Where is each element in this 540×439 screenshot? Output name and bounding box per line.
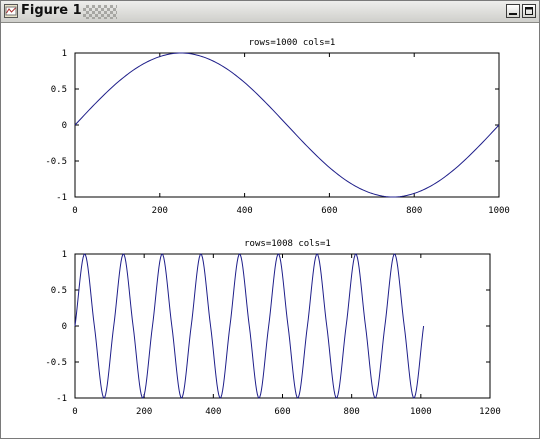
- chart2-series-1-line: [74, 253, 425, 399]
- maximize-icon: [525, 7, 533, 15]
- chart1-xtick-label: 600: [321, 206, 337, 216]
- figure-icon: [4, 4, 18, 18]
- chart1-series-1-line: [74, 52, 500, 198]
- window-title: Figure 1: [21, 3, 82, 18]
- title-bar[interactable]: Figure 1: [1, 1, 539, 23]
- minimize-icon: [509, 13, 517, 15]
- chart2-xtick-label: 1200: [479, 407, 501, 417]
- chart2-xtick-label: 400: [205, 407, 221, 417]
- chart1-xtick-label: 400: [236, 206, 252, 216]
- chart1-xtick-label: 0: [72, 206, 77, 216]
- chart2-ytick-label: 0: [62, 322, 67, 332]
- chart2-xtick-label: 0: [72, 407, 77, 417]
- chart2-xtick-label: 200: [136, 407, 152, 417]
- chart2-xtick-label: 600: [274, 407, 290, 417]
- chart2-xtick-label: 1000: [410, 407, 432, 417]
- figure-plots: rows=1000 cols=1 0 200 400 600 800 1000 1 0.5 0 -0…: [45, 38, 510, 417]
- chart2-ytick-label: -1: [56, 394, 67, 404]
- maximize-button[interactable]: [522, 4, 536, 18]
- chart2-ytick-label: 1: [62, 250, 67, 260]
- chart1-xtick-label: 200: [152, 206, 168, 216]
- chart1-title: rows=1000 cols=1: [249, 38, 336, 48]
- chart1-xtick-label: 1000: [488, 206, 510, 216]
- drag-grip[interactable]: [83, 5, 117, 19]
- chart2-ytick-label: -0.5: [45, 358, 67, 368]
- minimize-button[interactable]: [506, 4, 520, 18]
- chart1-ytick-label: 0: [62, 121, 67, 131]
- chart1-ytick-label: -0.5: [45, 157, 67, 167]
- chart2-ytick-label: 0.5: [51, 286, 67, 296]
- chart1-ytick-label: -1: [56, 193, 67, 203]
- figure-window: Figure 1 rows=1000 cols=1 0 200 400 600 800 10…: [0, 0, 540, 439]
- chart1-ytick-label: 0.5: [51, 85, 67, 95]
- chart1-xtick-label: 800: [406, 206, 422, 216]
- figure-canvas: rows=1000 cols=1 0 200 400 600 800 1000 1 0.5 0 -0…: [1, 23, 539, 438]
- chart2-xtick-label: 800: [344, 407, 360, 417]
- chart1-ytick-label: 1: [62, 49, 67, 59]
- chart2-title: rows=1008 cols=1: [244, 239, 331, 249]
